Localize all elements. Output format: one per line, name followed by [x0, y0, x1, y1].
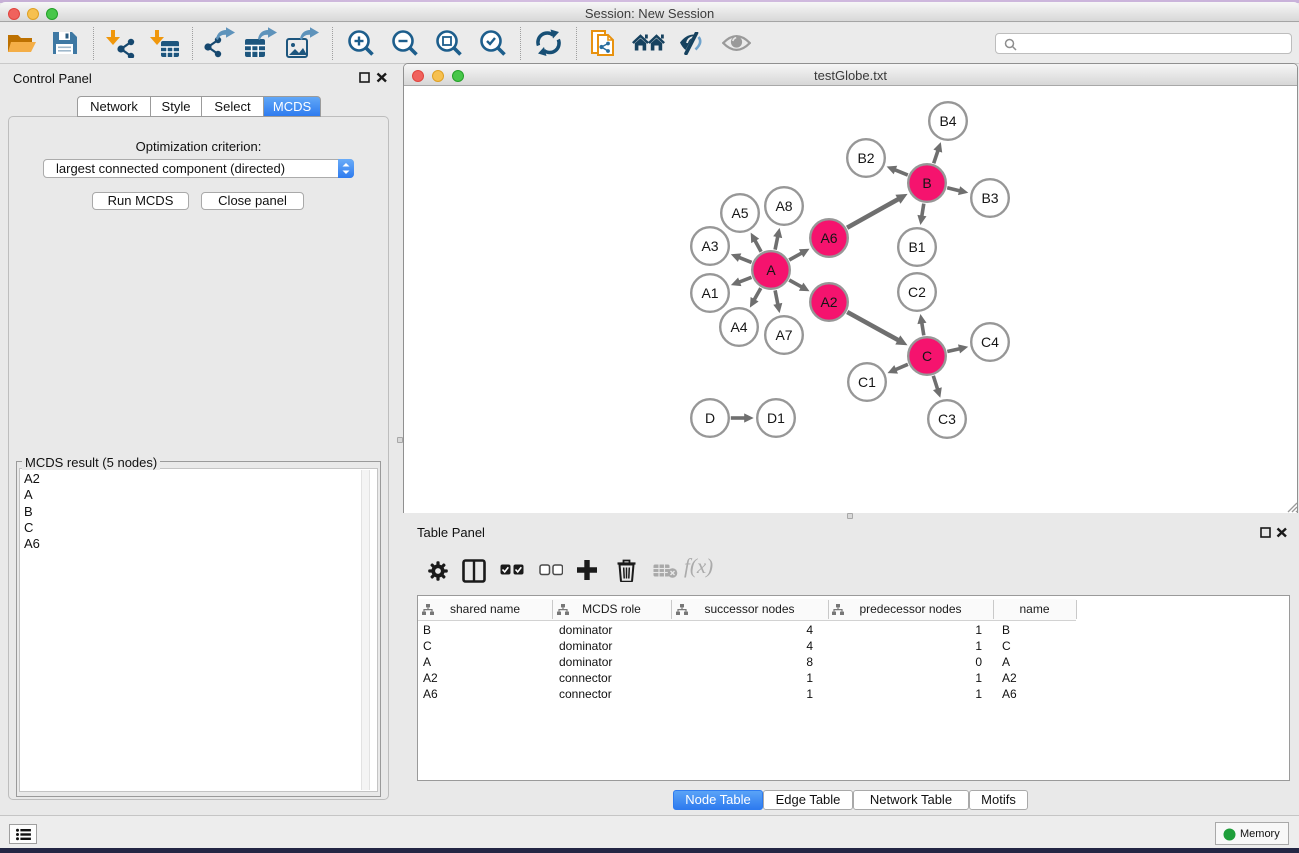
svg-text:D1: D1 — [767, 410, 785, 426]
svg-text:B3: B3 — [981, 190, 998, 206]
svg-text:A7: A7 — [775, 327, 792, 343]
svg-text:B: B — [922, 175, 931, 191]
svg-text:C4: C4 — [981, 334, 999, 350]
svg-text:A: A — [766, 262, 776, 278]
svg-text:D: D — [705, 410, 715, 426]
svg-text:A6: A6 — [820, 230, 837, 246]
svg-text:A4: A4 — [730, 319, 747, 335]
svg-text:A1: A1 — [701, 285, 718, 301]
svg-text:A8: A8 — [775, 198, 792, 214]
svg-text:C2: C2 — [908, 284, 926, 300]
svg-text:A2: A2 — [820, 294, 837, 310]
svg-text:A5: A5 — [731, 205, 748, 221]
svg-text:C3: C3 — [938, 411, 956, 427]
svg-text:B2: B2 — [857, 150, 874, 166]
svg-text:B4: B4 — [939, 113, 956, 129]
svg-text:C1: C1 — [858, 374, 876, 390]
svg-text:A3: A3 — [701, 238, 718, 254]
svg-text:C: C — [922, 348, 932, 364]
svg-text:B1: B1 — [908, 239, 925, 255]
